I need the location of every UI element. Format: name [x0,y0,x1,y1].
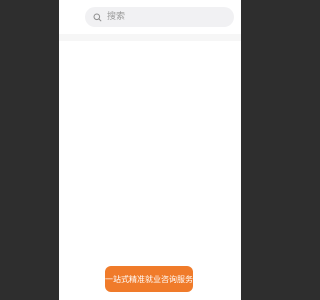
screen-backdrop: 搜索 一站式精准就业咨询服务 [0,0,300,300]
search-icon [92,12,102,22]
header-divider [59,34,241,41]
search-bar[interactable]: 搜索 [85,7,234,27]
consult-service-button[interactable]: 一站式精准就业咨询服务 [105,266,193,292]
content-area [59,41,241,300]
page-header: 搜索 [59,0,241,34]
mobile-page: 搜索 一站式精准就业咨询服务 [59,0,241,300]
search-placeholder: 搜索 [107,12,126,22]
